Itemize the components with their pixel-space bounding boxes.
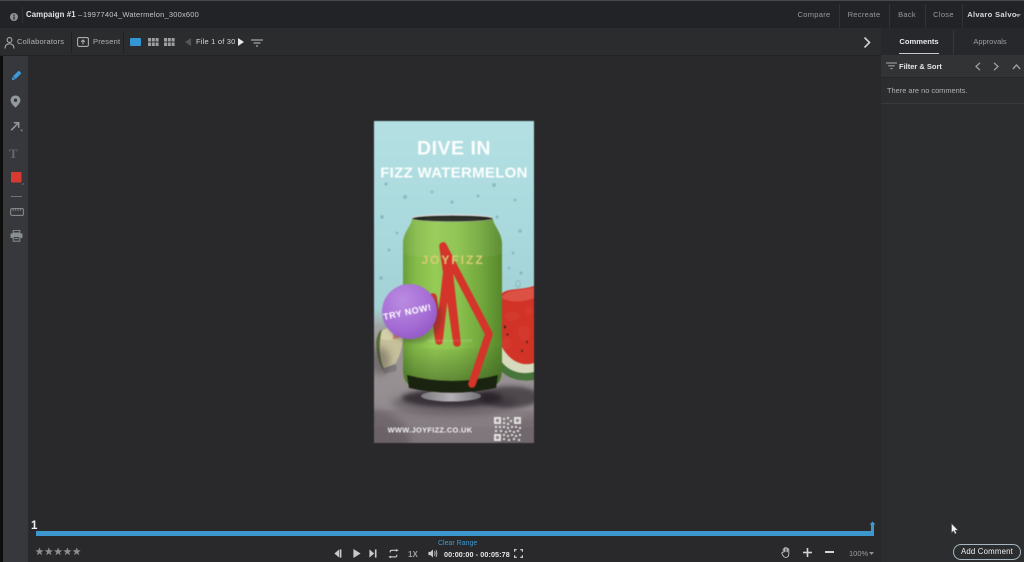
svg-text:WWW.JOYFIZZ.CO.UK: WWW.JOYFIZZ.CO.UK [388,426,473,435]
svg-text:DIVE IN: DIVE IN [417,138,491,160]
svg-text:JOYFIZZ: JOYFIZZ [421,253,484,267]
svg-text:FIZZ WATERMELON: FIZZ WATERMELON [380,165,528,182]
svg-text:WATERMELON FLAVOR: WATERMELON FLAVOR [427,339,472,343]
